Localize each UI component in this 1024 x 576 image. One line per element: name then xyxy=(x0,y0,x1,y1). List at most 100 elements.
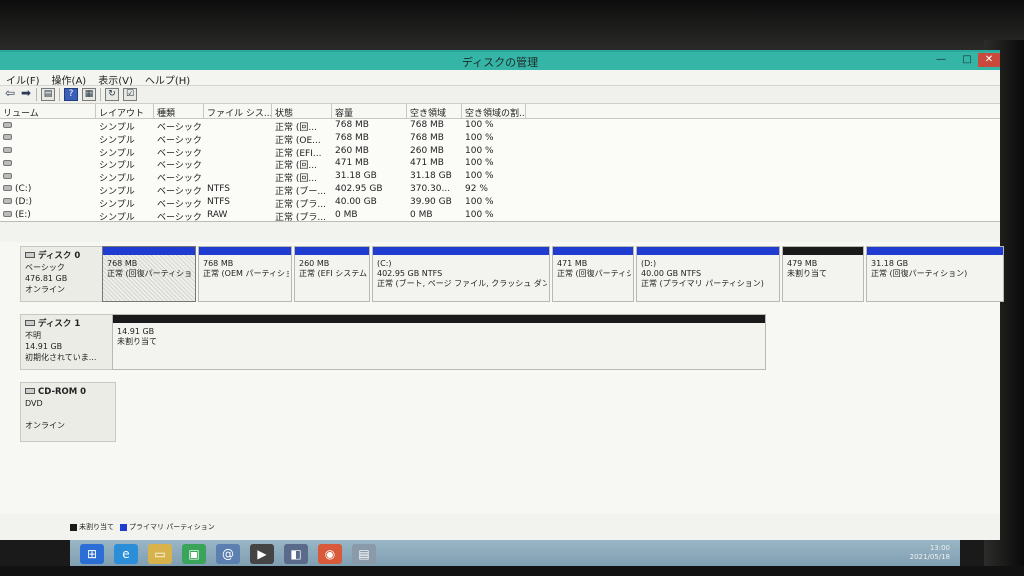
volume-cell: RAW xyxy=(207,209,228,220)
volume-cell: ベーシック xyxy=(157,123,202,132)
volume-cell: (D:) xyxy=(0,196,96,209)
volume-row[interactable]: シンプル ベーシック 正常 (EFI... 260 MB 260 MB 100 % xyxy=(0,145,1000,158)
partition-size: 31.18 GB xyxy=(871,259,909,268)
volume-cell: シンプル xyxy=(99,161,135,171)
column-header-type[interactable]: 種類 xyxy=(154,104,204,118)
menu-file[interactable]: イル(F) xyxy=(0,70,46,87)
disk-management-taskbar-icon[interactable]: ▤ xyxy=(352,544,376,564)
column-header-free-space[interactable]: 空き領域 xyxy=(407,104,462,118)
close-button[interactable]: ✕ xyxy=(978,53,1000,67)
partition-block[interactable]: 768 MB正常 (回復パーティション) xyxy=(102,246,196,302)
column-header-free-percent[interactable]: 空き領域の割... xyxy=(462,104,526,118)
partition-block[interactable]: (C:) 402.95 GB NTFS 正常 (ブート, ページ ファイル, クラッ… xyxy=(372,246,550,302)
partition-status: 正常 (回復パーティション) xyxy=(871,269,968,278)
volume-cell: 260 MB xyxy=(410,145,444,156)
volume-cell xyxy=(204,170,272,183)
drive-icon xyxy=(3,121,12,128)
volume-row[interactable]: シンプル ベーシック 正常 (回... 471 MB 471 MB 100 % xyxy=(0,157,1000,170)
column-header-layout[interactable]: レイアウト xyxy=(96,104,154,118)
mail-icon[interactable]: @ xyxy=(216,544,240,564)
volume-cell: 正常 (OE... xyxy=(275,135,321,145)
volume-row[interactable]: シンプル ベーシック 正常 (回... 31.18 GB 31.18 GB 100 % xyxy=(0,170,1000,183)
column-header-capacity[interactable]: 容量 xyxy=(332,104,407,118)
toolbar: ⇦ ➡ ▤ ? ▦ ↻ ☑ xyxy=(0,86,1000,104)
drive-icon xyxy=(3,134,12,141)
volume-cell: 100 % xyxy=(465,120,494,130)
app-icon[interactable]: ◧ xyxy=(284,544,308,564)
partition-status: 未割り当て xyxy=(117,337,157,346)
volume-cell: 0 MB xyxy=(410,209,433,220)
volume-cell: シンプル xyxy=(99,212,135,222)
partition-block[interactable]: 471 MB正常 (回復パーティション) xyxy=(552,246,634,302)
volume-cell: ベーシック xyxy=(157,212,202,222)
partition-block[interactable]: (D:) 40.00 GB NTFS 正常 (プライマリ パーティション) xyxy=(636,246,780,302)
store-icon[interactable]: ▣ xyxy=(182,544,206,564)
windows-start-icon[interactable]: ⊞ xyxy=(80,544,104,564)
volume-cell: シンプル xyxy=(99,186,135,196)
partition-block[interactable]: 260 MB 正常 (EFI システム) xyxy=(294,246,370,302)
partition-block[interactable]: 31.18 GB 正常 (回復パーティション) xyxy=(866,246,1004,302)
drive-icon xyxy=(3,185,12,192)
forward-arrow-icon[interactable]: ➡ xyxy=(20,87,32,101)
volume-row[interactable]: (E:) シンプル ベーシック RAW 正常 (プラ... 0 MB 0 MB 100 % xyxy=(0,209,1000,222)
menu-help[interactable]: ヘルプ(H) xyxy=(139,70,196,87)
volume-cell xyxy=(204,157,272,170)
column-header-status[interactable]: 状態 xyxy=(272,104,332,118)
chrome-icon[interactable]: ◉ xyxy=(318,544,342,564)
volume-cell: 100 % xyxy=(465,158,494,169)
drive-icon xyxy=(3,147,12,154)
volume-cell: 402.95 GB xyxy=(335,183,383,194)
media-icon[interactable]: ▶ xyxy=(250,544,274,564)
volume-cell xyxy=(0,132,96,145)
volume-cell: シンプル xyxy=(99,123,135,132)
partition-block[interactable]: 14.91 GB 未割り当て xyxy=(112,314,766,370)
column-header-filesystem[interactable]: ファイル シス... xyxy=(204,104,272,118)
volume-cell: ベーシック xyxy=(157,174,202,183)
partition-label: (D:) xyxy=(641,259,657,268)
volume-cell: ベーシック xyxy=(157,148,202,158)
minimize-button[interactable]: — xyxy=(930,53,952,67)
refresh-icon[interactable]: ↻ xyxy=(105,88,119,101)
volume-cell: 31.18 GB xyxy=(335,171,377,182)
volume-row[interactable]: (D:) シンプル ベーシック NTFS 正常 (プラ... 40.00 GB 39.90 … xyxy=(0,196,1000,209)
volume-cell: シンプル xyxy=(99,199,135,209)
volume-cell xyxy=(204,145,272,158)
volume-row[interactable]: シンプル ベーシック 正常 (回... 768 MB 768 MB 100 % xyxy=(0,119,1000,132)
taskbar: ⊞ e ▭ ▣ @ ▶ ◧ ◉ ▤ 13:00 2021/05/18 xyxy=(70,540,960,568)
volume-row[interactable]: シンプル ベーシック 正常 (OE... 768 MB 768 MB 100 % xyxy=(0,132,1000,145)
maximize-button[interactable]: □ xyxy=(956,53,978,67)
column-header-volume[interactable]: リューム xyxy=(0,104,96,118)
help-icon[interactable]: ? xyxy=(64,88,78,101)
volume-cell: ベーシック xyxy=(157,135,202,145)
disk-1-label[interactable]: ディスク 1 不明 14.91 GB 初期化されていま... xyxy=(20,314,116,370)
partition-text: 471 MB正常 (回復パーティション) xyxy=(557,259,631,279)
volume-row[interactable]: (C:) シンプル ベーシック NTFS 正常 (ブー... 402.95 GB 370.3… xyxy=(0,183,1000,196)
volume-cell: 正常 (EFI... xyxy=(275,148,322,158)
disk-0-status: オンライン xyxy=(25,285,65,294)
file-explorer-icon[interactable]: ▭ xyxy=(148,544,172,564)
partition-text: 31.18 GB 正常 (回復パーティション) xyxy=(871,259,1001,279)
cdrom-0-label[interactable]: CD-ROM 0 DVD オンライン xyxy=(20,382,116,442)
volume-cell: 471 MB xyxy=(335,158,369,169)
partition-type-bar xyxy=(867,247,1003,255)
disk-1-size: 14.91 GB xyxy=(25,342,63,351)
internet-explorer-icon[interactable]: e xyxy=(114,544,138,564)
properties-icon[interactable]: ☑ xyxy=(123,88,137,101)
partition-type-bar xyxy=(783,247,863,255)
partition-block[interactable]: 479 MB 未割り当て xyxy=(782,246,864,302)
titlebar: ディスクの管理 — □ ✕ xyxy=(0,52,1000,70)
partition-type-bar xyxy=(103,247,195,255)
cdrom-icon xyxy=(25,388,35,394)
back-arrow-icon[interactable]: ⇦ xyxy=(4,87,16,101)
menu-action[interactable]: 操作(A) xyxy=(46,70,93,87)
disk-0-name: ディスク 0 xyxy=(38,251,81,261)
partition-status: 正常 (OEM パーティション) xyxy=(203,269,289,278)
console-icon[interactable]: ▤ xyxy=(41,88,55,101)
menu-view[interactable]: 表示(V) xyxy=(92,70,139,87)
panel-icon[interactable]: ▦ xyxy=(82,88,96,101)
partition-block[interactable]: 768 MB正常 (OEM パーティション) xyxy=(198,246,292,302)
volume-cell: 100 % xyxy=(465,145,494,156)
disk-graphical-view: ディスク 0 ベーシック 476.81 GB オンライン 768 MB 正常 (回… xyxy=(0,242,1004,514)
partition-text: 768 MB正常 (回復パーティション) xyxy=(107,259,193,279)
volume-cell: 768 MB xyxy=(335,132,369,143)
